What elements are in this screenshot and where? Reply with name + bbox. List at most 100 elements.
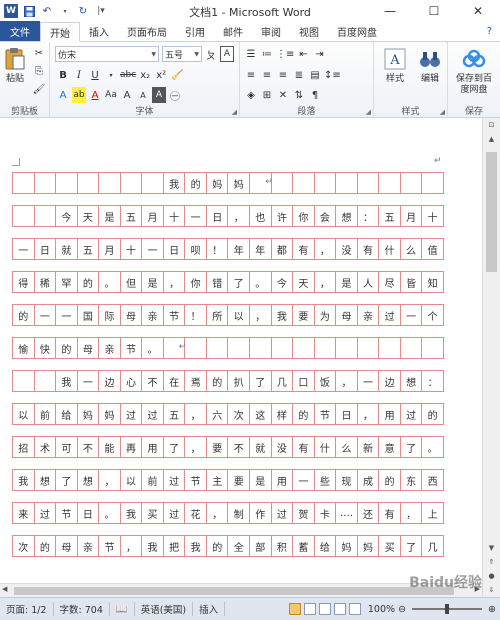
grid-cell[interactable]: 过 xyxy=(164,503,186,523)
grid-cell[interactable]: 卡 xyxy=(315,503,337,523)
grid-cell[interactable]: 我 xyxy=(272,305,294,325)
grid-cell[interactable]: 年 xyxy=(228,239,251,259)
grid-cell[interactable]: 十 xyxy=(121,239,143,259)
maximize-button[interactable]: ☐ xyxy=(412,0,456,22)
grid-cell[interactable]: 日 xyxy=(207,206,229,226)
grid-cell[interactable]: 知 xyxy=(422,272,444,292)
grid-cell[interactable]: 过 xyxy=(164,470,186,490)
grid-cell[interactable]: 今 xyxy=(272,272,294,292)
grid-cell[interactable]: 还 xyxy=(358,503,380,523)
grid-cell[interactable]: 但 xyxy=(121,272,143,292)
grid-cell[interactable]: ， xyxy=(336,371,358,391)
grid-cell[interactable] xyxy=(422,173,444,193)
grid-cell[interactable]: 这 xyxy=(250,404,272,424)
minimize-button[interactable]: — xyxy=(368,0,412,22)
grid-cell[interactable]: 作 xyxy=(250,503,272,523)
styles-button[interactable]: A 样式 xyxy=(378,46,412,85)
grid-cell[interactable]: 五 xyxy=(78,239,100,259)
grid-cell[interactable]: …. xyxy=(336,503,358,523)
grid-cell[interactable]: 节 xyxy=(185,470,207,490)
grid-cell[interactable]: 我 xyxy=(185,536,207,556)
grid-cell[interactable]: 不 xyxy=(228,437,251,457)
grid-cell[interactable]: 心 xyxy=(121,371,143,391)
styles-dialog-launcher-icon[interactable]: ◢ xyxy=(440,108,445,116)
grid-cell[interactable]: 一 xyxy=(185,206,207,226)
grid-cell[interactable]: 焉 xyxy=(185,371,207,391)
grid-cell[interactable]: 际 xyxy=(99,305,121,325)
sort-icon[interactable]: ⇅ xyxy=(292,87,306,103)
tab-page-layout[interactable]: 页面布局 xyxy=(118,21,176,41)
grid-cell[interactable]: 要 xyxy=(293,305,315,325)
grid-cell[interactable]: 值 xyxy=(422,239,444,259)
word-logo-icon[interactable]: W xyxy=(4,4,18,18)
grid-cell[interactable]: 了 xyxy=(401,437,423,457)
grid-cell[interactable]: 样 xyxy=(272,404,294,424)
grid-cell[interactable]: 的 xyxy=(13,305,35,325)
grid-cell[interactable]: 妈 xyxy=(358,536,380,556)
close-button[interactable]: ✕ xyxy=(456,0,500,22)
grid-cell[interactable]: 妈 xyxy=(207,173,229,193)
grid-cell[interactable]: 以 xyxy=(13,404,35,424)
word-count-status[interactable]: 字数: 704 xyxy=(54,602,110,616)
save-to-baidu-button[interactable]: 保存到百 度网盘 xyxy=(450,46,498,96)
bullets-icon[interactable]: ☰ xyxy=(244,46,258,62)
grid-cell[interactable]: 没 xyxy=(336,239,358,259)
grid-cell[interactable] xyxy=(35,371,57,391)
grid-cell[interactable]: 新 xyxy=(358,437,380,457)
shrink-font-button[interactable]: A xyxy=(136,87,150,103)
grid-cell[interactable]: 你 xyxy=(185,272,207,292)
grid-cell[interactable] xyxy=(358,173,380,193)
grid-cell[interactable]: 贺 xyxy=(293,503,315,523)
grid-cell[interactable]: ， xyxy=(315,239,337,259)
grid-cell[interactable]: 妈 xyxy=(336,536,358,556)
grid-cell[interactable]: 一 xyxy=(35,305,57,325)
grid-cell[interactable]: 所 xyxy=(207,305,229,325)
grid-cell[interactable] xyxy=(185,338,207,358)
grid-cell[interactable]: 买 xyxy=(379,536,401,556)
grid-cell[interactable]: 妈 xyxy=(99,404,121,424)
undo-dropdown-icon[interactable]: ▾ xyxy=(58,4,72,18)
underline-button[interactable]: U xyxy=(88,67,102,83)
grid-cell[interactable]: 愉 xyxy=(13,338,35,358)
grid-cell[interactable]: 天 xyxy=(78,206,100,226)
grid-cell[interactable]: 蓄 xyxy=(293,536,315,556)
grid-cell[interactable]: 口 xyxy=(293,371,315,391)
grid-cell[interactable]: 亲 xyxy=(99,338,121,358)
grid-cell[interactable]: 想 xyxy=(78,470,100,490)
grid-cell[interactable] xyxy=(99,173,121,193)
grid-cell[interactable]: 我 xyxy=(142,536,164,556)
grid-cell[interactable]: 是 xyxy=(99,206,121,226)
tab-mailings[interactable]: 邮件 xyxy=(214,21,252,41)
grid-cell[interactable]: 五 xyxy=(379,206,401,226)
browse-object-icon[interactable]: ● xyxy=(483,569,500,583)
web-layout-icon[interactable] xyxy=(318,603,331,615)
grid-cell[interactable] xyxy=(272,173,294,193)
grid-cell[interactable]: 西 xyxy=(422,470,444,490)
grid-cell[interactable] xyxy=(336,173,358,193)
previous-page-icon[interactable]: ⇑ xyxy=(483,555,500,569)
grid-cell[interactable]: 得 xyxy=(13,272,35,292)
grid-cell[interactable]: 亲 xyxy=(358,305,380,325)
grid-cell[interactable]: 的 xyxy=(293,404,315,424)
grid-cell[interactable] xyxy=(401,173,423,193)
grid-cell[interactable]: 会 xyxy=(315,206,337,226)
grid-cell[interactable]: 想 xyxy=(401,371,423,391)
character-border-icon[interactable]: A xyxy=(220,46,234,62)
grid-cell[interactable] xyxy=(358,338,380,358)
grid-cell[interactable]: 以 xyxy=(121,470,143,490)
grid-cell[interactable]: 的 xyxy=(56,338,78,358)
grid-cell[interactable] xyxy=(336,338,358,358)
grid-cell[interactable]: 花 xyxy=(185,503,207,523)
grid-cell[interactable]: 一 xyxy=(78,371,100,391)
grid-cell[interactable]: 。 xyxy=(142,338,164,358)
underline-dropdown-icon[interactable]: ▾ xyxy=(104,67,118,83)
grid-cell[interactable]: 术 xyxy=(35,437,57,457)
grid-cell[interactable]: 个 xyxy=(422,305,444,325)
character-shading-icon[interactable]: A xyxy=(152,87,166,103)
strikethrough-button[interactable]: abc xyxy=(120,67,136,83)
grid-cell[interactable]: 日 xyxy=(35,239,57,259)
grid-cell[interactable]: 边 xyxy=(379,371,401,391)
grid-cell[interactable]: 用 xyxy=(379,404,401,424)
grid-cell[interactable] xyxy=(422,338,444,358)
grid-cell[interactable]: 什 xyxy=(315,437,337,457)
